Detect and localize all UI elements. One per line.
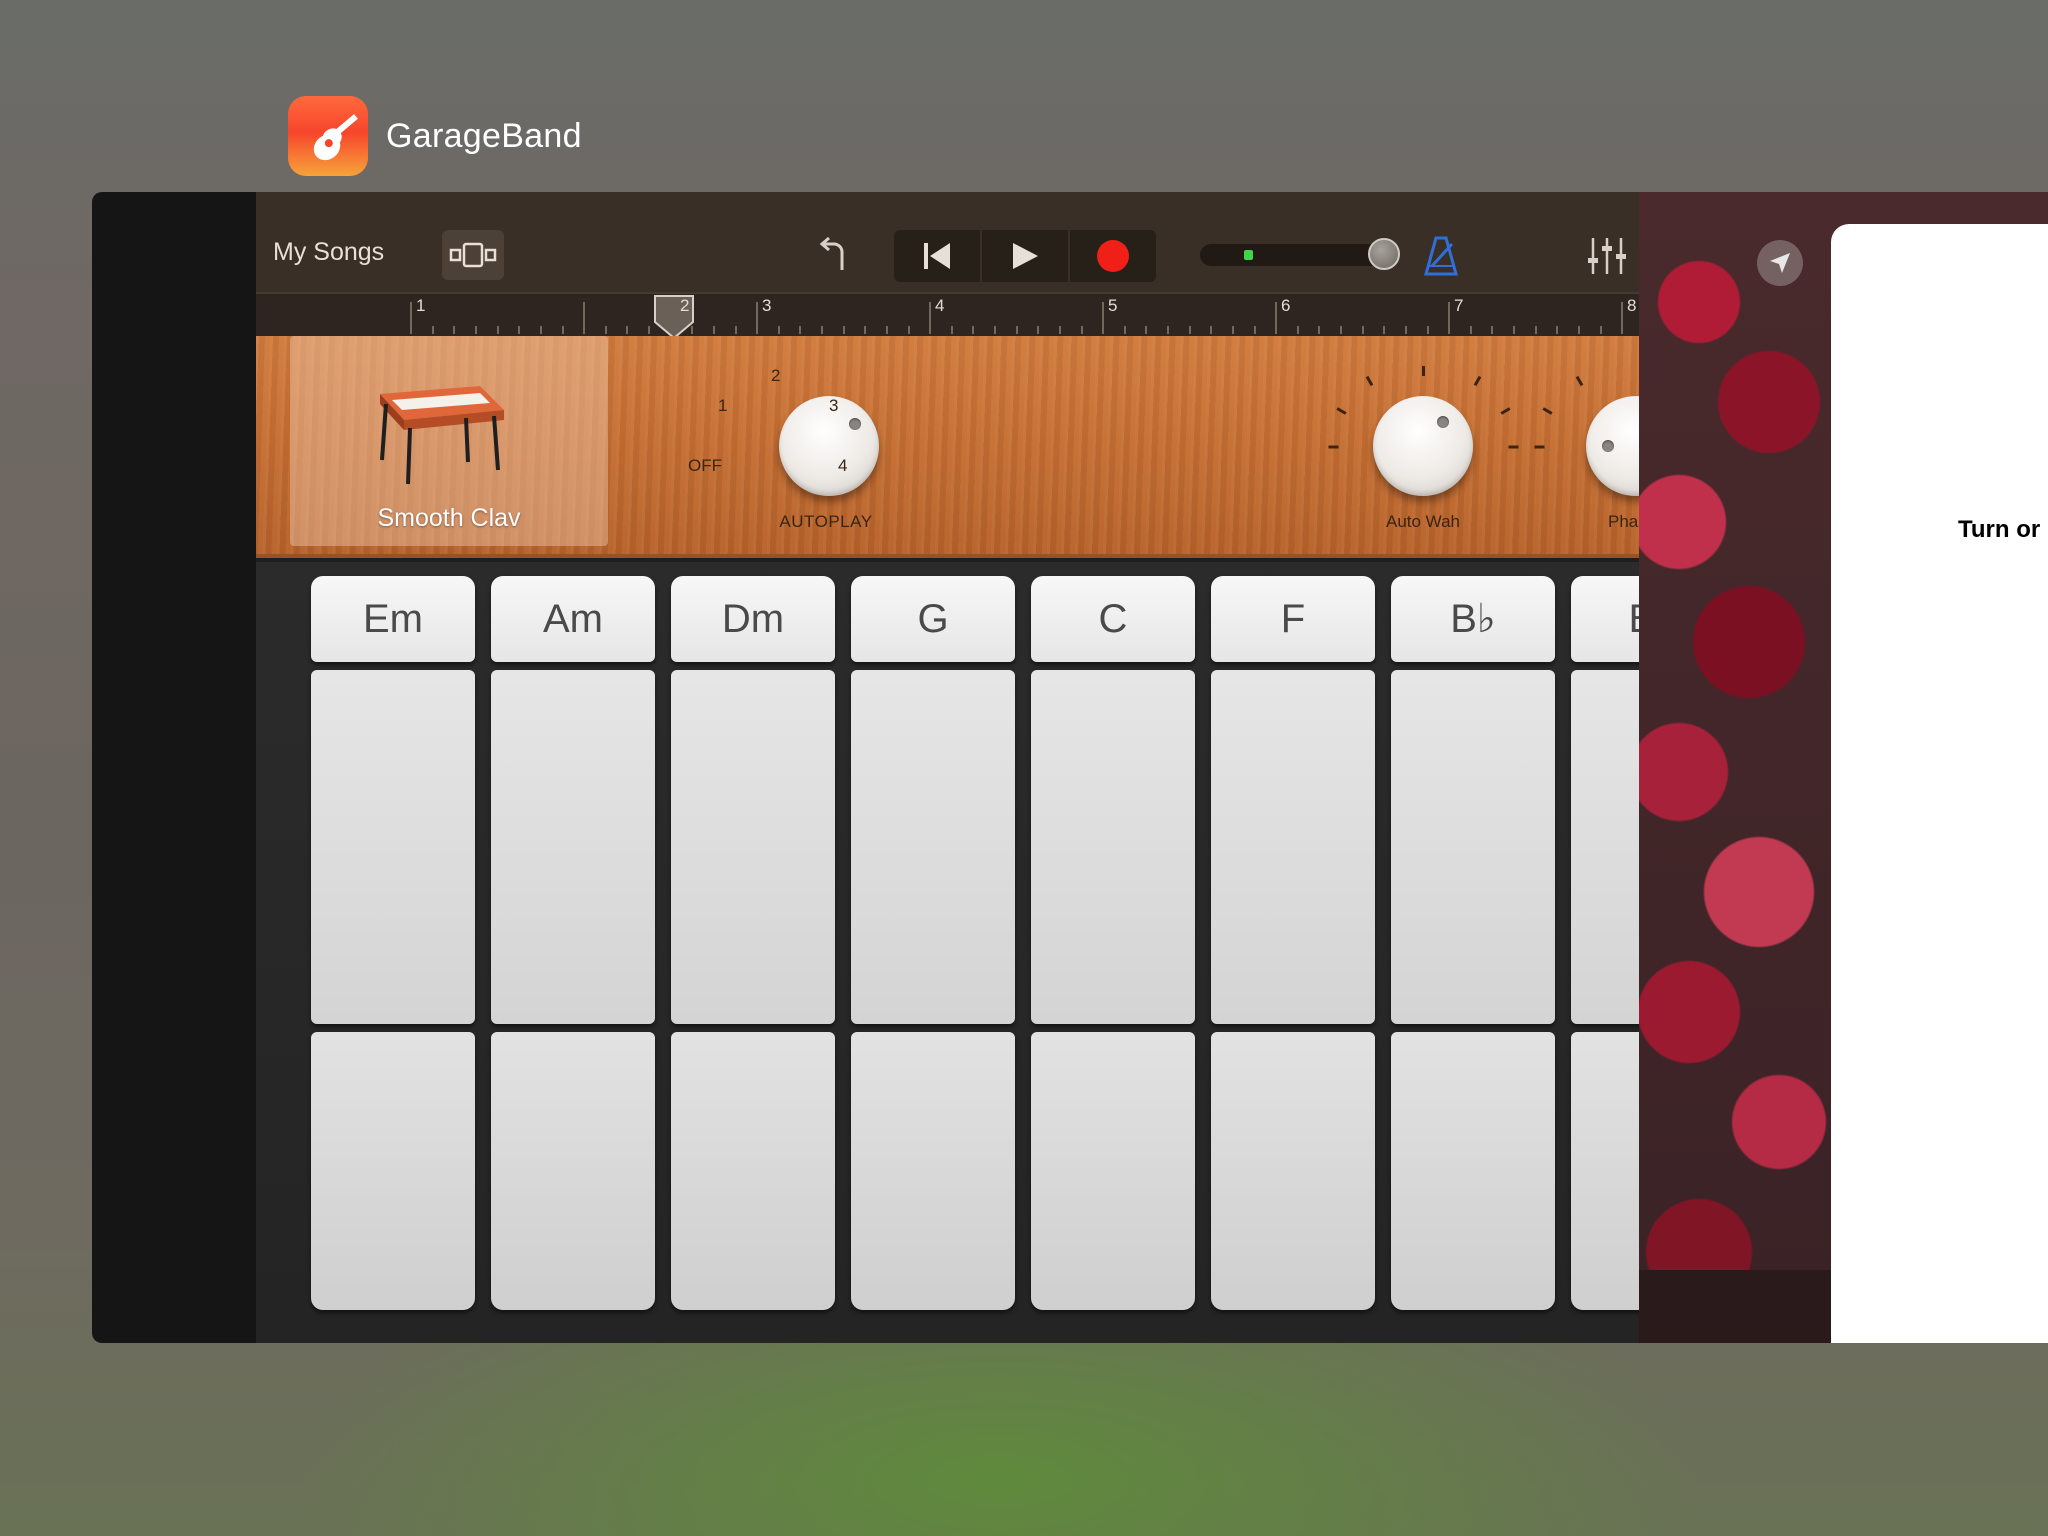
knob-indicator <box>849 418 861 430</box>
bar-number: 6 <box>1281 296 1291 315</box>
transport-controls <box>894 230 1156 282</box>
bass-zone[interactable] <box>671 1032 835 1310</box>
chord-button[interactable]: B♭ <box>1391 576 1555 662</box>
chord-button[interactable]: F <box>1211 576 1375 662</box>
phaser-knob[interactable] <box>1586 396 1639 496</box>
volume-slider-knob[interactable] <box>1368 238 1400 270</box>
autoplay-mark-2: 2 <box>771 366 781 385</box>
knob-tick <box>1534 445 1545 449</box>
bass-zone[interactable] <box>1031 1032 1195 1310</box>
autoplay-mark-1: 1 <box>718 396 728 415</box>
go-to-beginning-button[interactable] <box>894 230 982 282</box>
bass-zone[interactable] <box>1571 1032 1639 1310</box>
mixer-settings-icon[interactable] <box>1586 236 1628 276</box>
instrument-selector[interactable]: Smooth Clav <box>290 336 608 546</box>
knob-tick <box>1575 375 1584 387</box>
timeline-ruler[interactable]: 1 2 3 4 5 6 7 8 <box>256 292 1639 338</box>
chord-strip[interactable]: G <box>851 576 1015 1310</box>
bar-number: 3 <box>762 296 772 315</box>
autoplay-label: AUTOPLAY <box>779 512 873 531</box>
record-button[interactable] <box>1070 230 1156 282</box>
chord-strip[interactable]: Dm <box>671 576 835 1310</box>
knob-indicator <box>1437 416 1449 428</box>
chord-button[interactable]: C <box>1031 576 1195 662</box>
knob-tick <box>1336 407 1347 415</box>
location-arrow-icon <box>1770 253 1790 273</box>
knob-tick <box>1422 366 1425 376</box>
knob-tick <box>1365 375 1374 387</box>
bar-number: 5 <box>1108 296 1118 315</box>
play-button[interactable] <box>982 230 1070 282</box>
chord-strings-zone[interactable] <box>1571 670 1639 1024</box>
autoplay-mark-3: 3 <box>829 396 839 415</box>
chord-button[interactable]: Am <box>491 576 655 662</box>
bar-number: 1 <box>416 296 426 315</box>
metronome-icon[interactable] <box>1424 236 1458 276</box>
phaser-label: Pha <box>1608 512 1639 531</box>
bass-zone[interactable] <box>491 1032 655 1310</box>
bar-number: 2 <box>680 296 690 315</box>
autoplay-mark-4: 4 <box>838 456 848 475</box>
my-songs-button[interactable]: My Songs <box>273 238 384 267</box>
bass-zone[interactable] <box>851 1032 1015 1310</box>
play-icon <box>1013 243 1038 269</box>
chord-strings-zone[interactable] <box>1031 670 1195 1024</box>
view-toggle-button[interactable] <box>442 230 504 280</box>
chord-strings-zone[interactable] <box>311 670 475 1024</box>
autoplay-off-mark: OFF <box>688 456 722 475</box>
rewind-icon <box>924 243 950 269</box>
modal-sheet <box>1831 224 2048 1343</box>
garageband-window[interactable]: My Songs 1 2 3 4 5 6 7 8 Smooth Clav OFF… <box>256 192 1639 1343</box>
ruler-ticks <box>410 295 1623 338</box>
chord-strip[interactable]: Em <box>311 576 475 1310</box>
app-card[interactable]: My Songs 1 2 3 4 5 6 7 8 Smooth Clav OFF… <box>92 192 2048 1343</box>
app-switcher-header[interactable]: GarageBand <box>288 96 582 176</box>
chord-strip[interactable]: Am <box>491 576 655 1310</box>
app-name-label: GarageBand <box>386 116 582 155</box>
chord-strings-zone[interactable] <box>491 670 655 1024</box>
chord-strings-zone[interactable] <box>851 670 1015 1024</box>
clavinet-icon <box>380 386 504 485</box>
chord-button[interactable]: G <box>851 576 1015 662</box>
chord-strip[interactable]: C <box>1031 576 1195 1310</box>
chord-strip[interactable]: F <box>1211 576 1375 1310</box>
instrument-name: Smooth Clav <box>377 504 521 532</box>
chord-button[interactable]: Dm <box>671 576 835 662</box>
knob-tick <box>1500 407 1511 415</box>
chord-strings-zone[interactable] <box>1211 670 1375 1024</box>
bass-zone[interactable] <box>311 1032 475 1310</box>
auto-wah-knob[interactable] <box>1373 396 1473 496</box>
master-volume-slider[interactable] <box>1200 238 1400 270</box>
chord-strip[interactable]: Bo <box>1571 576 1639 1310</box>
level-meter <box>1244 250 1253 260</box>
bass-zone[interactable] <box>1211 1032 1375 1310</box>
bar-number: 7 <box>1454 296 1464 315</box>
control-bar: My Songs <box>256 192 1639 292</box>
knob-tick <box>1473 375 1482 387</box>
chord-button[interactable]: Bo <box>1571 576 1639 662</box>
chord-strips: Em Am Dm G C F B♭ <box>256 562 1639 1343</box>
instrument-panel: Smooth Clav OFF 1 2 3 4 AUTOPLAY Auto Wa <box>256 336 1639 558</box>
knob-indicator <box>1602 440 1614 452</box>
garageband-app-icon[interactable] <box>288 96 368 176</box>
view-toggle-icon <box>449 242 497 268</box>
bar-number: 4 <box>935 296 945 315</box>
knob-tick <box>1328 445 1339 449</box>
sheet-heading: Turn or <box>1958 516 2041 543</box>
chord-button[interactable]: Em <box>311 576 475 662</box>
bar-number: 8 <box>1627 296 1637 315</box>
auto-wah-label: Auto Wah <box>1385 512 1461 531</box>
chord-strings-zone[interactable] <box>671 670 835 1024</box>
chord-strip[interactable]: B♭ <box>1391 576 1555 1310</box>
knob-tick <box>1508 445 1519 449</box>
bass-zone[interactable] <box>1391 1032 1555 1310</box>
knob-tick <box>1542 407 1553 415</box>
record-icon <box>1097 240 1129 272</box>
location-button[interactable] <box>1757 240 1803 286</box>
chord-strings-zone[interactable] <box>1391 670 1555 1024</box>
undo-icon[interactable] <box>816 236 852 276</box>
